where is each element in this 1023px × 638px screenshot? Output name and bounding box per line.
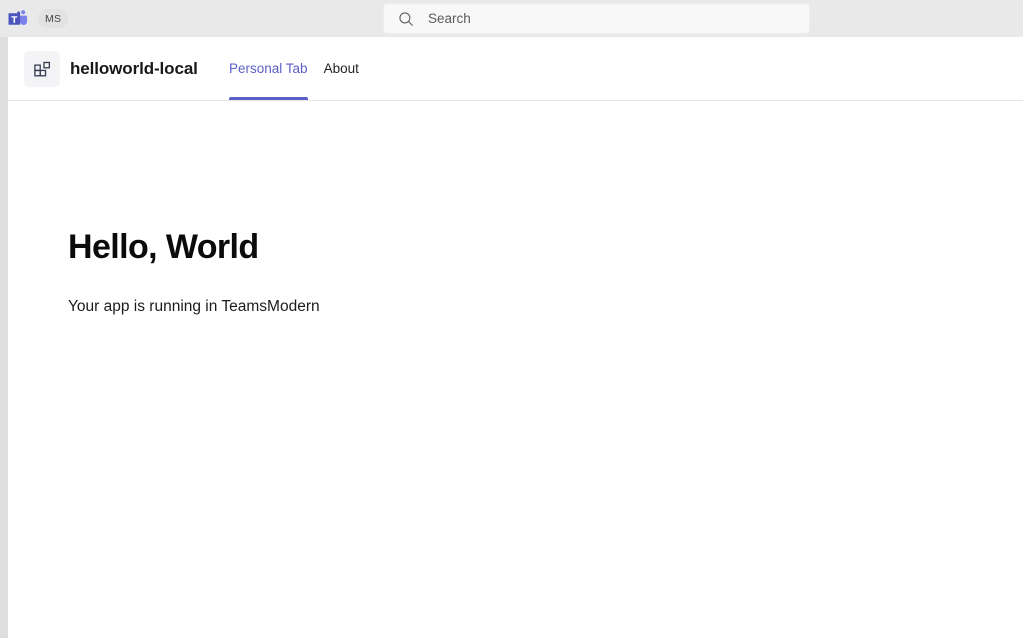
page-title: Hello, World [68, 228, 259, 266]
app-title: helloworld-local [70, 59, 198, 78]
left-rail [0, 37, 8, 638]
app-frame: helloworld-local Personal Tab About Hell… [8, 37, 1023, 638]
microsoft-teams-logo-icon[interactable] [8, 9, 28, 29]
app-tab-bar: Personal Tab About [221, 37, 367, 100]
apps-grid-icon [24, 51, 60, 87]
search-icon [398, 11, 414, 27]
search-bar[interactable] [383, 3, 810, 34]
global-top-bar: MS [0, 0, 1023, 37]
tab-personal-tab[interactable]: Personal Tab [221, 37, 316, 100]
app-header: helloworld-local Personal Tab About [8, 37, 1023, 101]
tab-about-label: About [323, 61, 359, 76]
tab-about[interactable]: About [316, 37, 367, 100]
page-subtitle: Your app is running in TeamsModern [68, 298, 320, 315]
search-input[interactable] [428, 11, 798, 26]
account-badge[interactable]: MS [38, 9, 69, 28]
account-badge-label: MS [45, 12, 62, 25]
tab-personal-tab-label: Personal Tab [229, 61, 308, 76]
